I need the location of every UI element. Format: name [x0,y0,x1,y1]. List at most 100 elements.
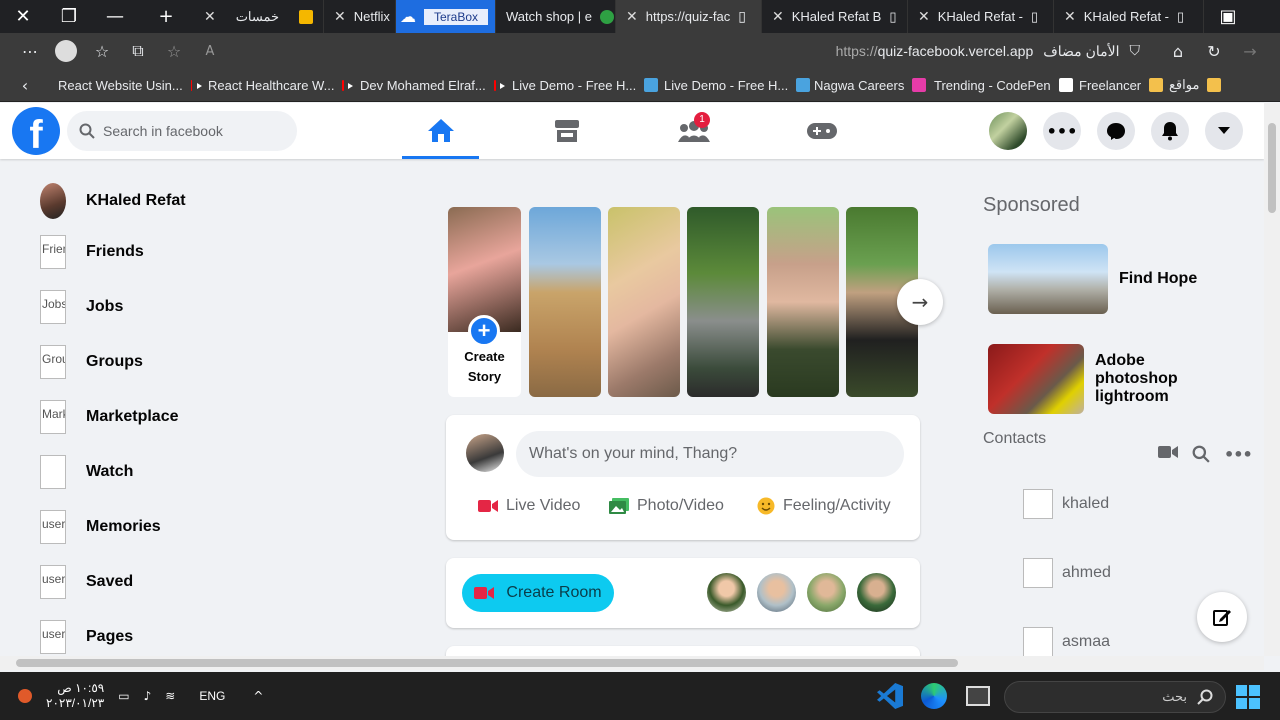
feeling-activity-button[interactable]: Feeling/Activity [757,497,891,515]
close-window-icon[interactable]: ✕ [0,0,46,33]
bookmark-nagwa[interactable]: Nagwa Careers [806,78,927,93]
video-camera-icon[interactable] [1158,445,1178,459]
profile-icon[interactable] [48,36,84,66]
sidebar-item-marketplace[interactable]: Marketplace Marketplace [40,389,340,444]
search-input[interactable]: Search in facebook [67,111,297,151]
url-field[interactable]: https://quiz-facebook.vercel.app الأمان … [836,43,1140,60]
messenger-button[interactable] [1097,112,1135,150]
tab-terabox[interactable]: ☁ TeraBox [396,0,496,33]
room-avatar[interactable] [707,573,746,612]
close-tab-icon[interactable]: ✕ [772,9,784,25]
dots-icon[interactable]: ••• [1224,445,1253,464]
task-view-icon[interactable] [966,686,990,706]
chevron-left-icon[interactable]: ‹ [0,70,50,100]
story-card[interactable] [608,207,680,397]
bookmark-react-healthcare[interactable]: React Healthcare W... [200,78,352,93]
sponsored-item[interactable]: Find Hope [988,244,1229,314]
tab-actions-icon[interactable]: ▣ [1204,0,1252,33]
room-avatar[interactable] [757,573,796,612]
menu-button[interactable]: ••• [1043,112,1081,150]
edge-icon[interactable] [921,683,947,709]
close-tab-icon[interactable]: ✕ [1064,9,1076,25]
photo-video-button[interactable]: Photo/Video [609,497,724,515]
scrollbar-thumb[interactable] [1268,123,1276,213]
close-tab-icon[interactable]: ✕ [204,9,216,25]
story-card[interactable] [529,207,601,397]
story-card[interactable] [687,207,759,397]
extensions-icon[interactable]: ⧉ [120,36,156,66]
scrollbar-thumb[interactable] [16,659,958,667]
contact-item[interactable]: asmaa [1023,627,1110,657]
new-tab-icon[interactable]: + [138,0,194,33]
home-icon[interactable]: ⌂ [1160,36,1196,66]
nav-home[interactable] [402,103,479,159]
favorites-icon[interactable]: ☆ [84,36,120,66]
bookmark-live-demo-1[interactable]: Live Demo - Free H... [504,78,659,93]
vertical-scrollbar[interactable] [1264,103,1280,656]
tab-khamsat[interactable]: ✕ خمسات [194,0,324,33]
wifi-icon[interactable]: ≋ [165,689,175,703]
room-avatar[interactable] [807,573,846,612]
taskbar-search[interactable]: بحث [1004,681,1226,713]
restore-window-icon[interactable]: ❐ [46,0,92,33]
shield-icon[interactable]: ⛉ [1130,43,1141,59]
chevron-up-icon[interactable]: ^ [253,689,263,703]
bookmark-react-website[interactable]: React Website Usin... [50,78,205,93]
minimize-window-icon[interactable]: — [92,0,138,33]
tab-khaled-refat-1[interactable]: ✕ KHaled Refat B ▯ [762,0,908,33]
volume-icon[interactable]: ♪ [144,689,152,703]
sidebar-item-saved[interactable]: user Saved [40,554,340,609]
close-tab-icon[interactable]: ✕ [626,9,638,25]
tab-khaled-refat-2[interactable]: ✕ KHaled Refat - ▯ [908,0,1054,33]
tab-netflix[interactable]: ✕ Netflix [324,0,396,33]
bookmark-live-demo-2[interactable]: Live Demo - Free H... [656,78,811,93]
rooms-card: Create Room [446,558,920,628]
room-avatar[interactable] [857,573,896,612]
nav-friends[interactable]: 1 [655,103,732,159]
post-input[interactable]: What's on your mind, Thang? [516,431,904,477]
create-room-button[interactable]: Create Room [462,574,614,612]
bookmark-codepen[interactable]: Trending - CodePen [926,78,1073,93]
account-button[interactable] [1205,112,1243,150]
profile-avatar[interactable] [989,112,1027,150]
sponsored-item[interactable]: Adobe photoshop lightroom [988,344,1205,414]
nav-gaming[interactable] [783,103,860,159]
sidebar-item-groups[interactable]: Groups Groups [40,334,340,389]
refresh-icon[interactable]: ↻ [1196,36,1232,66]
bookmark-dev-mohamed[interactable]: Dev Mohamed Elraf... [352,78,507,93]
bookmark-mawaqe[interactable]: مواقع [1161,77,1231,93]
facebook-logo[interactable]: f [12,107,60,157]
vscode-icon[interactable] [877,683,903,709]
sidebar-item-jobs[interactable]: Jobs Jobs [40,279,340,334]
bookmark-freelancer[interactable]: Freelancer [1071,78,1164,93]
sidebar-item-watch[interactable]: Watch [40,444,340,499]
sidebar-item-memories[interactable]: user Memories [40,499,340,554]
language-indicator[interactable]: ENG [199,689,225,703]
horizontal-scrollbar[interactable] [0,656,1264,670]
search-icon[interactable] [1192,445,1210,463]
more-menu-icon[interactable]: ⋯ [12,36,48,66]
notifications-button[interactable] [1151,112,1189,150]
story-card[interactable] [767,207,839,397]
tab-khaled-refat-3[interactable]: ✕ KHaled Refat - ▯ [1054,0,1204,33]
sidebar-item-friends[interactable]: Friends Friends [40,224,340,279]
contact-item[interactable]: ahmed [1023,558,1111,588]
read-aloud-icon[interactable]: A [192,36,228,66]
clock[interactable]: ١٠:٥٩ ص ٢٠٢٣/٠١/٢٣ [46,681,104,711]
battery-icon[interactable]: ▭ [118,689,129,703]
forward-icon[interactable]: → [1232,36,1268,66]
stories-next-arrow-icon[interactable]: → [897,279,943,325]
tab-watch-shop[interactable]: Watch shop | e [496,0,616,33]
notification-badge-icon[interactable] [18,689,32,703]
windows-start-icon[interactable] [1236,685,1260,709]
close-tab-icon[interactable]: ✕ [334,9,346,25]
sidebar-item-profile[interactable]: KHaled Refat [40,178,340,224]
new-message-button[interactable] [1197,592,1247,642]
add-favorite-icon[interactable]: ☆ [156,36,192,66]
close-tab-icon[interactable]: ✕ [918,9,930,25]
create-story-card[interactable]: + Create Story [448,207,521,397]
contact-item[interactable]: khaled [1023,489,1109,519]
nav-marketplace[interactable] [528,103,605,159]
tab-quiz-facebook[interactable]: ✕ https://quiz-fac ▯ [616,0,762,33]
live-video-button[interactable]: Live Video [478,497,580,515]
